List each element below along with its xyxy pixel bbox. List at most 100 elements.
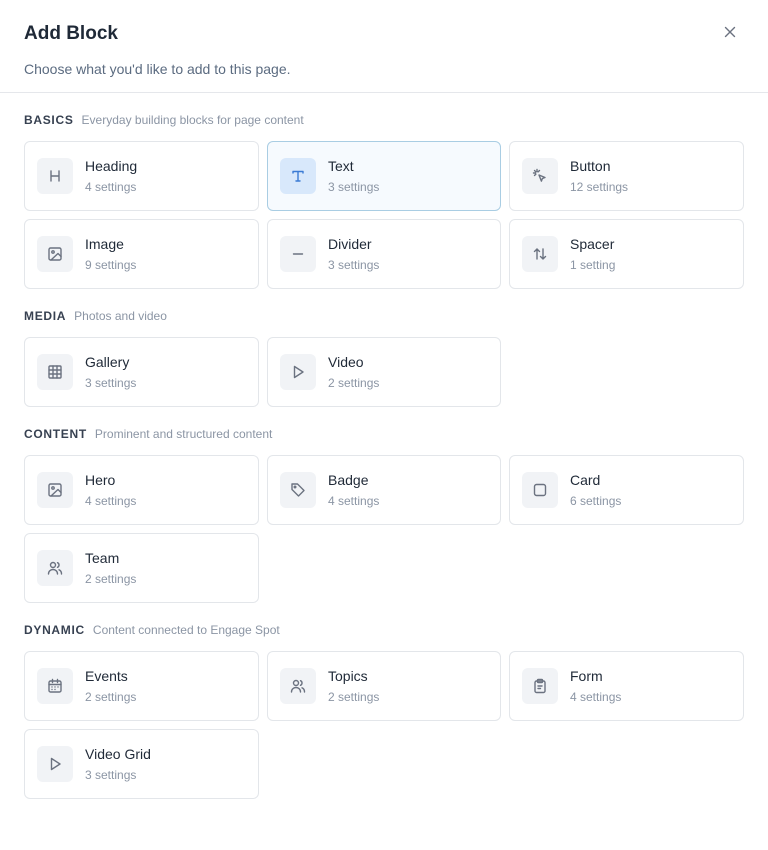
block-text: Hero 4 settings xyxy=(85,471,136,509)
block-option-topics[interactable]: Topics 2 settings xyxy=(267,651,501,721)
play-icon xyxy=(37,746,73,782)
block-settings-count: 2 settings xyxy=(328,689,380,704)
block-text: Spacer 1 setting xyxy=(570,235,615,273)
section-description: Photos and video xyxy=(74,309,167,323)
square-icon xyxy=(522,472,558,508)
block-settings-count: 3 settings xyxy=(85,375,137,390)
section-title: CONTENT xyxy=(24,427,87,441)
block-name: Video xyxy=(328,353,364,370)
block-option-team[interactable]: Team 2 settings xyxy=(24,533,259,603)
dialog-subtitle: Choose what you'd like to add to this pa… xyxy=(24,61,291,77)
block-option-image[interactable]: Image 9 settings xyxy=(24,219,259,289)
clipboard-icon xyxy=(522,668,558,704)
tag-icon xyxy=(280,472,316,508)
image-icon xyxy=(37,236,73,272)
arrows-up-down-icon xyxy=(522,236,558,272)
block-settings-count: 2 settings xyxy=(328,375,380,390)
block-name: Events xyxy=(85,667,128,684)
block-grid: Hero 4 settings Badge 4 settings Card 6 setti… xyxy=(24,455,744,603)
block-text: Form 4 settings xyxy=(570,667,621,705)
close-button[interactable] xyxy=(718,22,742,46)
block-option-form[interactable]: Form 4 settings xyxy=(509,651,744,721)
block-name: Image xyxy=(85,235,124,252)
block-name: Team xyxy=(85,549,120,566)
block-option-hero[interactable]: Hero 4 settings xyxy=(24,455,259,525)
section-content: CONTENT Prominent and structured content H… xyxy=(24,427,744,603)
block-grid: Heading 4 settings Text 3 settings Button 12 … xyxy=(24,141,744,289)
block-text: Heading 4 settings xyxy=(85,157,137,195)
block-name: Badge xyxy=(328,471,369,488)
block-sections: BASICS Everyday building blocks for page … xyxy=(0,113,768,799)
block-text: Gallery 3 settings xyxy=(85,353,136,391)
section-title: DYNAMIC xyxy=(24,623,85,637)
block-text: Divider 3 settings xyxy=(328,235,379,273)
section-header: BASICS Everyday building blocks for page … xyxy=(24,113,744,129)
block-name: Video Grid xyxy=(85,745,151,762)
block-text: Card 6 settings xyxy=(570,471,621,509)
block-settings-count: 3 settings xyxy=(85,767,137,782)
block-settings-count: 4 settings xyxy=(85,179,137,194)
block-text: Team 2 settings xyxy=(85,549,136,587)
block-name: Card xyxy=(570,471,601,488)
block-option-divider[interactable]: Divider 3 settings xyxy=(267,219,501,289)
dialog-title: Add Block xyxy=(24,23,118,44)
block-settings-count: 9 settings xyxy=(85,257,137,272)
pointer-click-icon xyxy=(522,158,558,194)
text-icon xyxy=(280,158,316,194)
block-name: Topics xyxy=(328,667,368,684)
section-media: MEDIA Photos and video Gallery 3 settings Vi… xyxy=(24,309,744,407)
play-icon xyxy=(280,354,316,390)
block-option-card[interactable]: Card 6 settings xyxy=(509,455,744,525)
close-icon xyxy=(724,25,736,43)
block-option-spacer[interactable]: Spacer 1 setting xyxy=(509,219,744,289)
block-settings-count: 4 settings xyxy=(570,689,622,704)
block-name: Form xyxy=(570,667,603,684)
block-option-video[interactable]: Video 2 settings xyxy=(267,337,501,407)
section-title: BASICS xyxy=(24,113,74,127)
block-settings-count: 3 settings xyxy=(328,257,380,272)
block-text: Topics 2 settings xyxy=(328,667,379,705)
add-block-dialog: Add Block Choose what you'd like to add … xyxy=(0,0,768,850)
block-option-text[interactable]: Text 3 settings xyxy=(267,141,501,211)
section-header: MEDIA Photos and video xyxy=(24,309,744,325)
block-grid: Events 2 settings Topics 2 settings Form 4 se… xyxy=(24,651,744,799)
calendar-icon xyxy=(37,668,73,704)
block-settings-count: 4 settings xyxy=(328,493,380,508)
grid-icon xyxy=(37,354,73,390)
block-option-gallery[interactable]: Gallery 3 settings xyxy=(24,337,259,407)
block-option-button[interactable]: Button 12 settings xyxy=(509,141,744,211)
block-name: Hero xyxy=(85,471,116,488)
block-name: Spacer xyxy=(570,235,615,252)
block-grid: Gallery 3 settings Video 2 settings xyxy=(24,337,744,407)
section-header: DYNAMIC Content connected to Engage Spot xyxy=(24,623,744,639)
users-icon xyxy=(37,550,73,586)
section-title: MEDIA xyxy=(24,309,67,323)
section-description: Content connected to Engage Spot xyxy=(92,623,280,637)
block-name: Button xyxy=(570,157,611,174)
image-icon xyxy=(37,472,73,508)
block-settings-count: 6 settings xyxy=(570,493,622,508)
section-description: Everyday building blocks for page conten… xyxy=(81,113,304,127)
block-text: Image 9 settings xyxy=(85,235,136,273)
block-text: Video Grid 3 settings xyxy=(85,745,151,783)
block-settings-count: 4 settings xyxy=(85,493,137,508)
block-text: Events 2 settings xyxy=(85,667,136,705)
block-text: Text 3 settings xyxy=(328,157,379,195)
block-option-video-grid[interactable]: Video Grid 3 settings xyxy=(24,729,259,799)
dialog-header: Add Block Choose what you'd like to add … xyxy=(0,0,768,93)
block-text: Video 2 settings xyxy=(328,353,379,391)
section-description: Prominent and structured content xyxy=(94,427,273,441)
block-option-events[interactable]: Events 2 settings xyxy=(24,651,259,721)
section-header: CONTENT Prominent and structured content xyxy=(24,427,744,443)
block-settings-count: 2 settings xyxy=(85,689,137,704)
heading-icon xyxy=(37,158,73,194)
block-text: Button 12 settings xyxy=(570,157,628,195)
block-option-heading[interactable]: Heading 4 settings xyxy=(24,141,259,211)
block-settings-count: 2 settings xyxy=(85,571,137,586)
block-option-badge[interactable]: Badge 4 settings xyxy=(267,455,501,525)
block-text: Badge 4 settings xyxy=(328,471,379,509)
users-icon xyxy=(280,668,316,704)
block-name: Divider xyxy=(328,235,372,252)
block-name: Gallery xyxy=(85,353,130,370)
block-settings-count: 1 setting xyxy=(570,257,616,272)
